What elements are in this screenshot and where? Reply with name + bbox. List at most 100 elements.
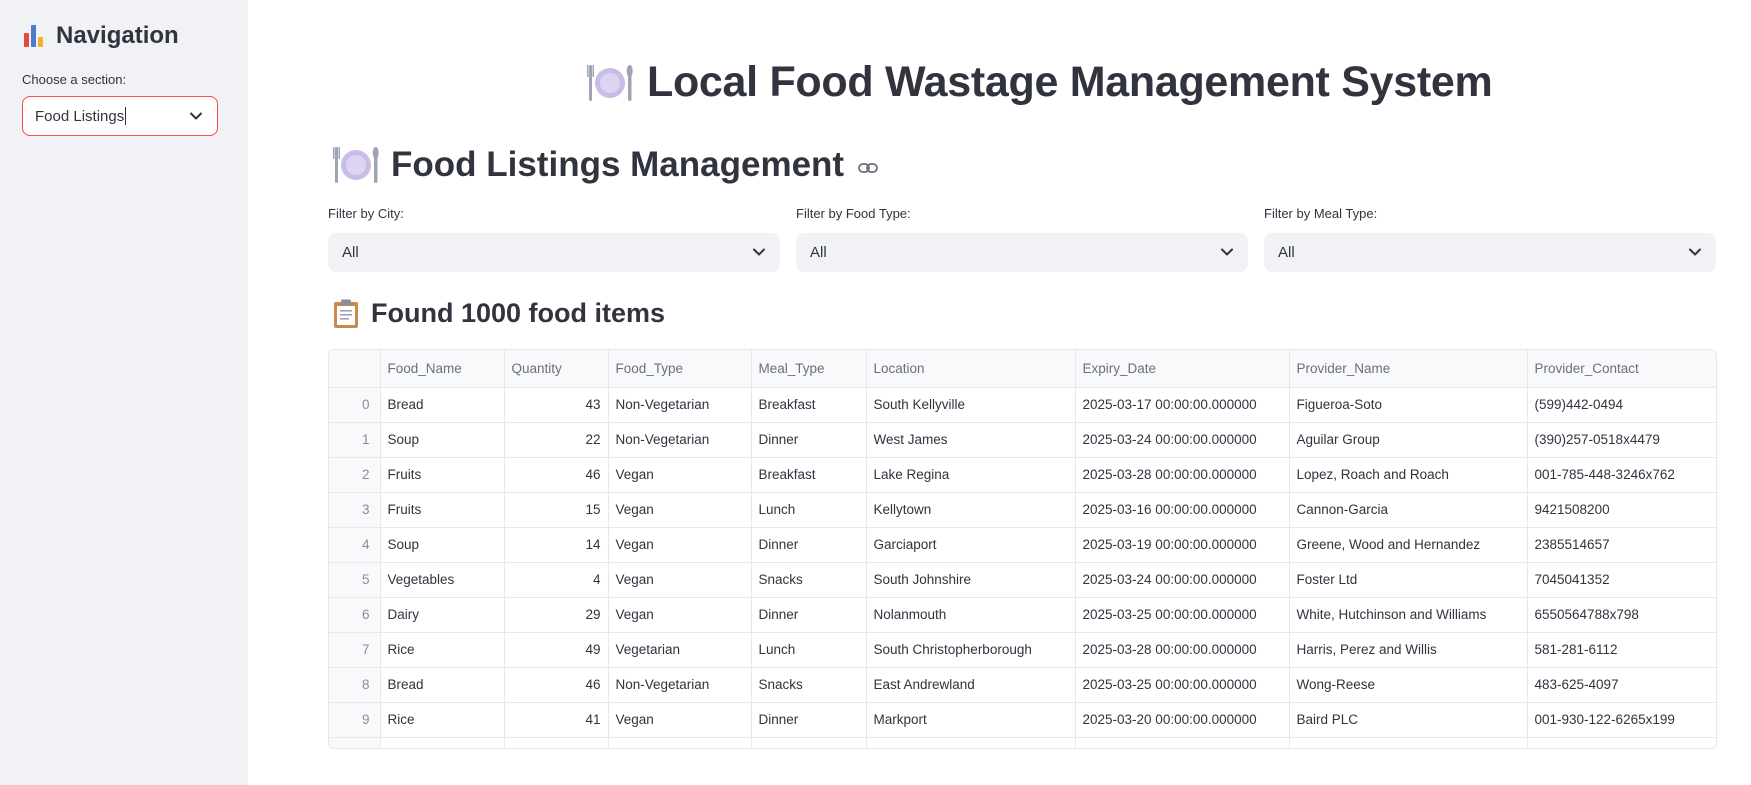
chevron-down-icon[interactable]	[752, 245, 766, 259]
column-header-food-name[interactable]: Food_Name	[380, 350, 505, 388]
table-row[interactable]: 9 Rice 41 Vegan Dinner Markport 2025-03-20 00:…	[329, 702, 1716, 738]
provider-contact-cell[interactable]: 001-785-448-3246x762	[1527, 457, 1716, 493]
meal-type-cell[interactable]: Dinner	[751, 422, 867, 458]
row-index[interactable]: 5	[329, 562, 381, 598]
provider-contact-cell[interactable]: 2385514657	[1527, 527, 1716, 563]
quantity-cell[interactable]: 22	[504, 422, 609, 458]
data-table[interactable]: Food_Name Quantity Food_Type Meal_Type L…	[328, 349, 1717, 749]
provider-name-cell[interactable]: Cannon-Garcia	[1289, 492, 1528, 528]
food-name-cell[interactable]: Rice	[380, 702, 505, 738]
meal-type-cell[interactable]: Lunch	[751, 632, 867, 668]
quantity-cell[interactable]: 46	[504, 457, 609, 493]
provider-name-cell[interactable]: Aguilar Group	[1289, 422, 1528, 458]
quantity-cell[interactable]: 4	[504, 562, 609, 598]
table-row[interactable]: 4 Soup 14 Vegan Dinner Garciaport 2025-03-19 0…	[329, 527, 1716, 563]
location-cell[interactable]: Markport	[866, 702, 1076, 738]
location-cell[interactable]: South Christopherborough	[866, 632, 1076, 668]
quantity-cell[interactable]: 49	[504, 632, 609, 668]
location-cell[interactable]: South Johnshire	[866, 562, 1076, 598]
food-name-cell[interactable]: Bread	[380, 667, 505, 703]
filter-meal-type-select[interactable]: All	[1264, 233, 1716, 272]
food-name-cell[interactable]: Soup	[380, 527, 505, 563]
table-row[interactable]: 2 Fruits 46 Vegan Breakfast Lake Regina 2025-0…	[329, 457, 1716, 493]
expiry-date-cell[interactable]: 2025-03-19 00:00:00.000000	[1075, 527, 1290, 563]
expiry-date-cell[interactable]: 2025-03-17 00:00:00.000000	[1075, 387, 1290, 423]
column-header-meal-type[interactable]: Meal_Type	[751, 350, 867, 388]
quantity-cell[interactable]: 14	[504, 527, 609, 563]
food-type-cell[interactable]: Non-Vegetarian	[608, 387, 752, 423]
quantity-cell[interactable]: 41	[504, 702, 609, 738]
quantity-cell[interactable]: 43	[504, 387, 609, 423]
provider-contact-cell[interactable]: 001-930-122-6265x199	[1527, 702, 1716, 738]
provider-contact-cell[interactable]: 6550564788x798	[1527, 597, 1716, 633]
meal-type-cell[interactable]: Lunch	[751, 492, 867, 528]
meal-type-cell[interactable]: Dinner	[751, 597, 867, 633]
row-index[interactable]: 1	[329, 422, 381, 458]
filter-city-select[interactable]: All	[328, 233, 780, 272]
food-type-cell[interactable]: Vegan	[608, 702, 752, 738]
table-row[interactable]: 3 Fruits 15 Vegan Lunch Kellytown 2025-03-16 0…	[329, 492, 1716, 528]
provider-contact-cell[interactable]: 9421508200	[1527, 492, 1716, 528]
expiry-date-cell[interactable]: 2025-03-24 00:00:00.000000	[1075, 562, 1290, 598]
expiry-date-cell[interactable]: 2025-03-20 00:00:00.000000	[1075, 702, 1290, 738]
row-index[interactable]: 4	[329, 527, 381, 563]
provider-name-cell[interactable]: Figueroa-Soto	[1289, 387, 1528, 423]
table-row[interactable]: 7 Rice 49 Vegetarian Lunch South Christopherb…	[329, 632, 1716, 668]
food-type-cell[interactable]: Vegan	[608, 562, 752, 598]
meal-type-cell[interactable]: Snacks	[751, 667, 867, 703]
food-type-cell[interactable]: Vegan	[608, 457, 752, 493]
provider-name-cell[interactable]: Lopez, Roach and Roach	[1289, 457, 1528, 493]
location-cell[interactable]: Nolanmouth	[866, 597, 1076, 633]
provider-name-cell[interactable]: Baird PLC	[1289, 702, 1528, 738]
food-type-cell[interactable]: Vegan	[608, 492, 752, 528]
meal-type-cell[interactable]: Breakfast	[751, 387, 867, 423]
chevron-down-icon[interactable]	[1688, 245, 1702, 259]
provider-name-cell[interactable]: White, Hutchinson and Williams	[1289, 597, 1528, 633]
provider-name-cell[interactable]: Greene, Wood and Hernandez	[1289, 527, 1528, 563]
column-header-provider-contact[interactable]: Provider_Contact	[1527, 350, 1716, 388]
section-select[interactable]: Food Listings	[22, 96, 218, 136]
column-header-food-type[interactable]: Food_Type	[608, 350, 752, 388]
location-cell[interactable]: Garciaport	[866, 527, 1076, 563]
food-name-cell[interactable]: Fruits	[380, 457, 505, 493]
food-name-cell[interactable]: Soup	[380, 422, 505, 458]
location-cell[interactable]: Kellytown	[866, 492, 1076, 528]
chevron-down-icon[interactable]	[1220, 245, 1234, 259]
food-name-cell[interactable]: Fruits	[380, 492, 505, 528]
expiry-date-cell[interactable]: 2025-03-28 00:00:00.000000	[1075, 632, 1290, 668]
table-row[interactable]: 5 Vegetables 4 Vegan Snacks South Johnshire 20…	[329, 562, 1716, 598]
row-index[interactable]: 8	[329, 667, 381, 703]
row-index[interactable]: 6	[329, 597, 381, 633]
column-header-expiry-date[interactable]: Expiry_Date	[1075, 350, 1290, 388]
food-type-cell[interactable]: Vegetarian	[608, 632, 752, 668]
row-index[interactable]: 9	[329, 702, 381, 738]
food-type-cell[interactable]: Non-Vegetarian	[608, 667, 752, 703]
expiry-date-cell[interactable]: 2025-03-16 00:00:00.000000	[1075, 492, 1290, 528]
provider-name-cell[interactable]: Harris, Perez and Willis	[1289, 632, 1528, 668]
provider-contact-cell[interactable]: (390)257-0518x4479	[1527, 422, 1716, 458]
expiry-date-cell[interactable]: 2025-03-25 00:00:00.000000	[1075, 597, 1290, 633]
column-header-quantity[interactable]: Quantity	[504, 350, 609, 388]
provider-name-cell[interactable]: Foster Ltd	[1289, 562, 1528, 598]
column-header-index[interactable]	[329, 350, 381, 388]
expiry-date-cell[interactable]: 2025-03-24 00:00:00.000000	[1075, 422, 1290, 458]
provider-contact-cell[interactable]: 483-625-4097	[1527, 667, 1716, 703]
food-type-cell[interactable]: Vegan	[608, 597, 752, 633]
location-cell[interactable]: East Andrewland	[866, 667, 1076, 703]
expiry-date-cell[interactable]: 2025-03-28 00:00:00.000000	[1075, 457, 1290, 493]
provider-contact-cell[interactable]: 7045041352	[1527, 562, 1716, 598]
provider-contact-cell[interactable]: (599)442-0494	[1527, 387, 1716, 423]
row-index[interactable]: 2	[329, 457, 381, 493]
quantity-cell[interactable]: 15	[504, 492, 609, 528]
table-row[interactable]: 8 Bread 46 Non-Vegetarian Snacks East Andrewl…	[329, 667, 1716, 703]
meal-type-cell[interactable]: Dinner	[751, 527, 867, 563]
location-cell[interactable]: West James	[866, 422, 1076, 458]
row-index[interactable]: 0	[329, 387, 381, 423]
meal-type-cell[interactable]: Snacks	[751, 562, 867, 598]
row-index[interactable]: 3	[329, 492, 381, 528]
expiry-date-cell[interactable]: 2025-03-25 00:00:00.000000	[1075, 667, 1290, 703]
food-name-cell[interactable]: Rice	[380, 632, 505, 668]
table-row[interactable]: 1 Soup 22 Non-Vegetarian Dinner West James 202…	[329, 422, 1716, 458]
chevron-down-icon[interactable]	[189, 109, 203, 123]
provider-contact-cell[interactable]: 581-281-6112	[1527, 632, 1716, 668]
